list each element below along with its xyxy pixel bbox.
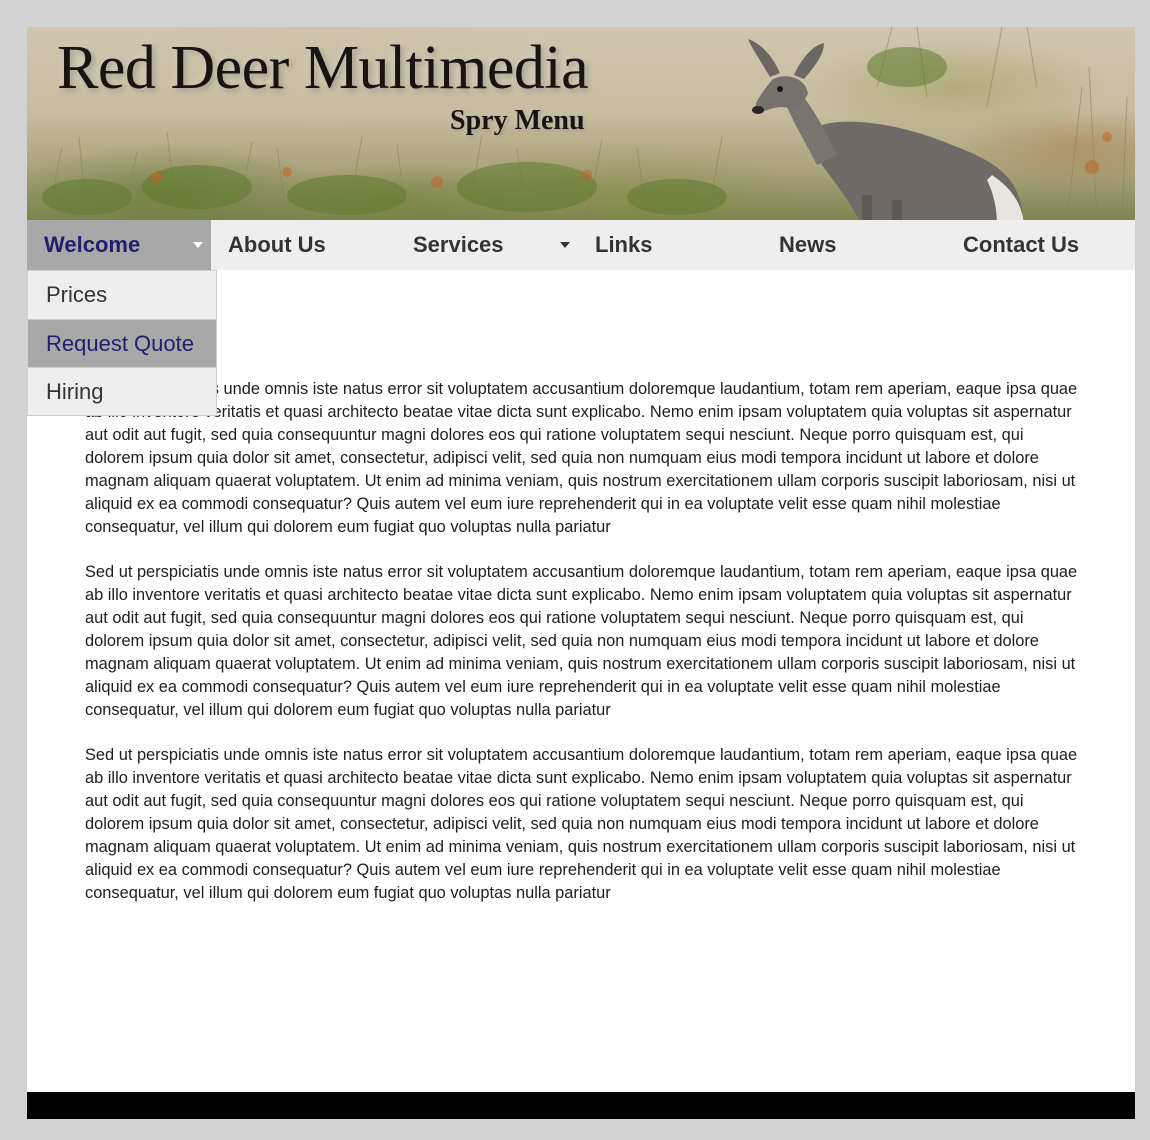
welcome-submenu: Prices Request Quote Hiring — [27, 270, 217, 416]
menu-item-label: About Us — [228, 232, 326, 257]
main-menu-bar: Welcome About Us Services Links News Con… — [27, 220, 1135, 270]
submenu-item-request-quote[interactable]: Request Quote — [28, 319, 216, 367]
content-paragraph: Sed ut perspiciatis unde omnis iste natu… — [85, 563, 1078, 719]
menu-item-label: News — [779, 232, 837, 257]
menu-item-label: Services — [413, 232, 504, 257]
menu-item-welcome[interactable]: Welcome — [27, 220, 211, 270]
menu-item-services[interactable]: Services — [413, 220, 583, 270]
chevron-down-icon — [560, 242, 570, 248]
menu-item-label: Links — [595, 232, 653, 257]
submenu-item-prices[interactable]: Prices — [28, 271, 216, 319]
deer-image — [748, 39, 1024, 220]
footer-bar — [27, 1092, 1135, 1119]
header-banner: Red Deer Multimedia Spry Menu — [27, 27, 1135, 220]
chevron-down-icon — [193, 242, 203, 248]
content-paragraph: Sed ut perspiciatis unde omnis iste natu… — [85, 746, 1078, 902]
menu-item-about-us[interactable]: About Us — [228, 220, 398, 270]
menu-item-label: Contact Us — [963, 232, 1080, 257]
submenu-item-label: Hiring — [46, 378, 104, 404]
menu-item-contact-us[interactable]: Contact Us — [963, 220, 1135, 270]
submenu-item-hiring[interactable]: Hiring — [28, 367, 216, 415]
main-content: Sed ut perspiciatis unde omnis iste natu… — [85, 378, 1081, 927]
submenu-item-label: Request Quote — [46, 330, 194, 356]
submenu-item-label: Prices — [46, 282, 108, 307]
content-paragraph: Sed ut perspiciatis unde omnis iste natu… — [85, 380, 1078, 536]
menu-item-label: Welcome — [44, 232, 141, 257]
menu-item-links[interactable]: Links — [595, 220, 765, 270]
site-subtitle: Spry Menu — [450, 105, 585, 136]
menu-item-news[interactable]: News — [779, 220, 949, 270]
site-title: Red Deer Multimedia — [57, 34, 589, 102]
page-container: Red Deer Multimedia Spry Menu Welcome Ab… — [27, 27, 1135, 1119]
